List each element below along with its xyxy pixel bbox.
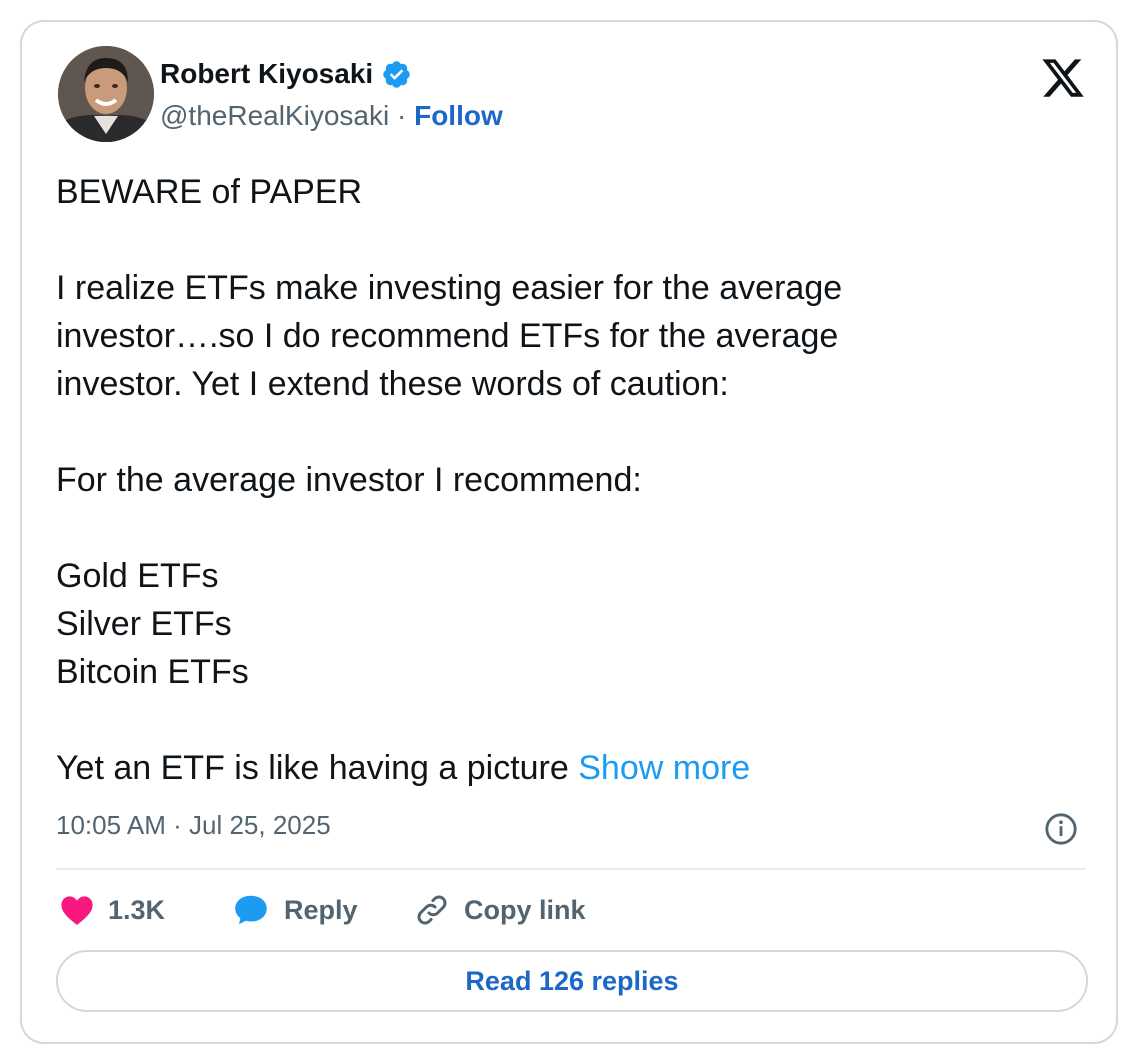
tweet-line: For the average investor I recommend: xyxy=(56,461,642,499)
avatar[interactable] xyxy=(58,46,154,142)
timestamp-separator: · xyxy=(173,810,182,840)
speech-bubble-icon xyxy=(235,895,267,925)
reply-label: Reply xyxy=(284,894,358,925)
tweet-text: BEWARE of PAPER I realize ETFs make inve… xyxy=(56,168,1056,792)
tweet-timestamp[interactable]: 10:05 AM · Jul 25, 2025 xyxy=(56,810,331,841)
author-name[interactable]: Robert Kiyosaki xyxy=(160,58,373,90)
reply-button[interactable]: Reply xyxy=(232,890,358,930)
handle-separator: · xyxy=(396,100,407,131)
tweet-line: investor. Yet I extend these words of ca… xyxy=(56,365,729,403)
tweet-card: Robert Kiyosaki @theRealKiyosaki · Follo… xyxy=(20,20,1118,1044)
like-button[interactable]: 1.3K xyxy=(60,890,165,930)
timestamp-date: Jul 25, 2025 xyxy=(189,810,331,840)
follow-button[interactable]: Follow xyxy=(414,100,503,131)
author-name-row[interactable]: Robert Kiyosaki xyxy=(160,58,412,90)
read-replies-label: Read 126 replies xyxy=(465,965,679,996)
avatar-image xyxy=(58,46,154,142)
verified-badge-icon xyxy=(383,60,410,88)
tweet-line: Silver ETFs xyxy=(56,605,232,643)
tweet-last-line: Yet an ETF is like having a picture Show… xyxy=(56,744,1056,792)
link-icon xyxy=(417,895,447,925)
read-replies-button[interactable]: Read 126 replies xyxy=(56,950,1088,1012)
divider xyxy=(56,868,1086,870)
tweet-line: investor….so I do recommend ETFs for the… xyxy=(56,317,839,355)
copy-link-button[interactable]: Copy link xyxy=(414,890,586,930)
show-more-link[interactable]: Show more xyxy=(578,749,750,787)
x-logo-icon[interactable] xyxy=(1040,55,1086,101)
tweet-line: Bitcoin ETFs xyxy=(56,653,249,691)
timestamp-time: 10:05 AM xyxy=(56,810,166,840)
copy-link-label: Copy link xyxy=(464,894,586,925)
tweet-line: I realize ETFs make investing easier for… xyxy=(56,269,843,307)
author-handle[interactable]: @theRealKiyosaki xyxy=(160,100,389,131)
tweet-line: BEWARE of PAPER xyxy=(56,173,363,211)
tweet-line: Yet an ETF is like having a picture xyxy=(56,749,569,787)
heart-icon xyxy=(61,896,93,926)
info-icon[interactable] xyxy=(1044,812,1078,846)
like-count: 1.3K xyxy=(108,894,166,925)
tweet-line: Gold ETFs xyxy=(56,557,219,595)
handle-row: @theRealKiyosaki · Follow xyxy=(160,100,503,132)
